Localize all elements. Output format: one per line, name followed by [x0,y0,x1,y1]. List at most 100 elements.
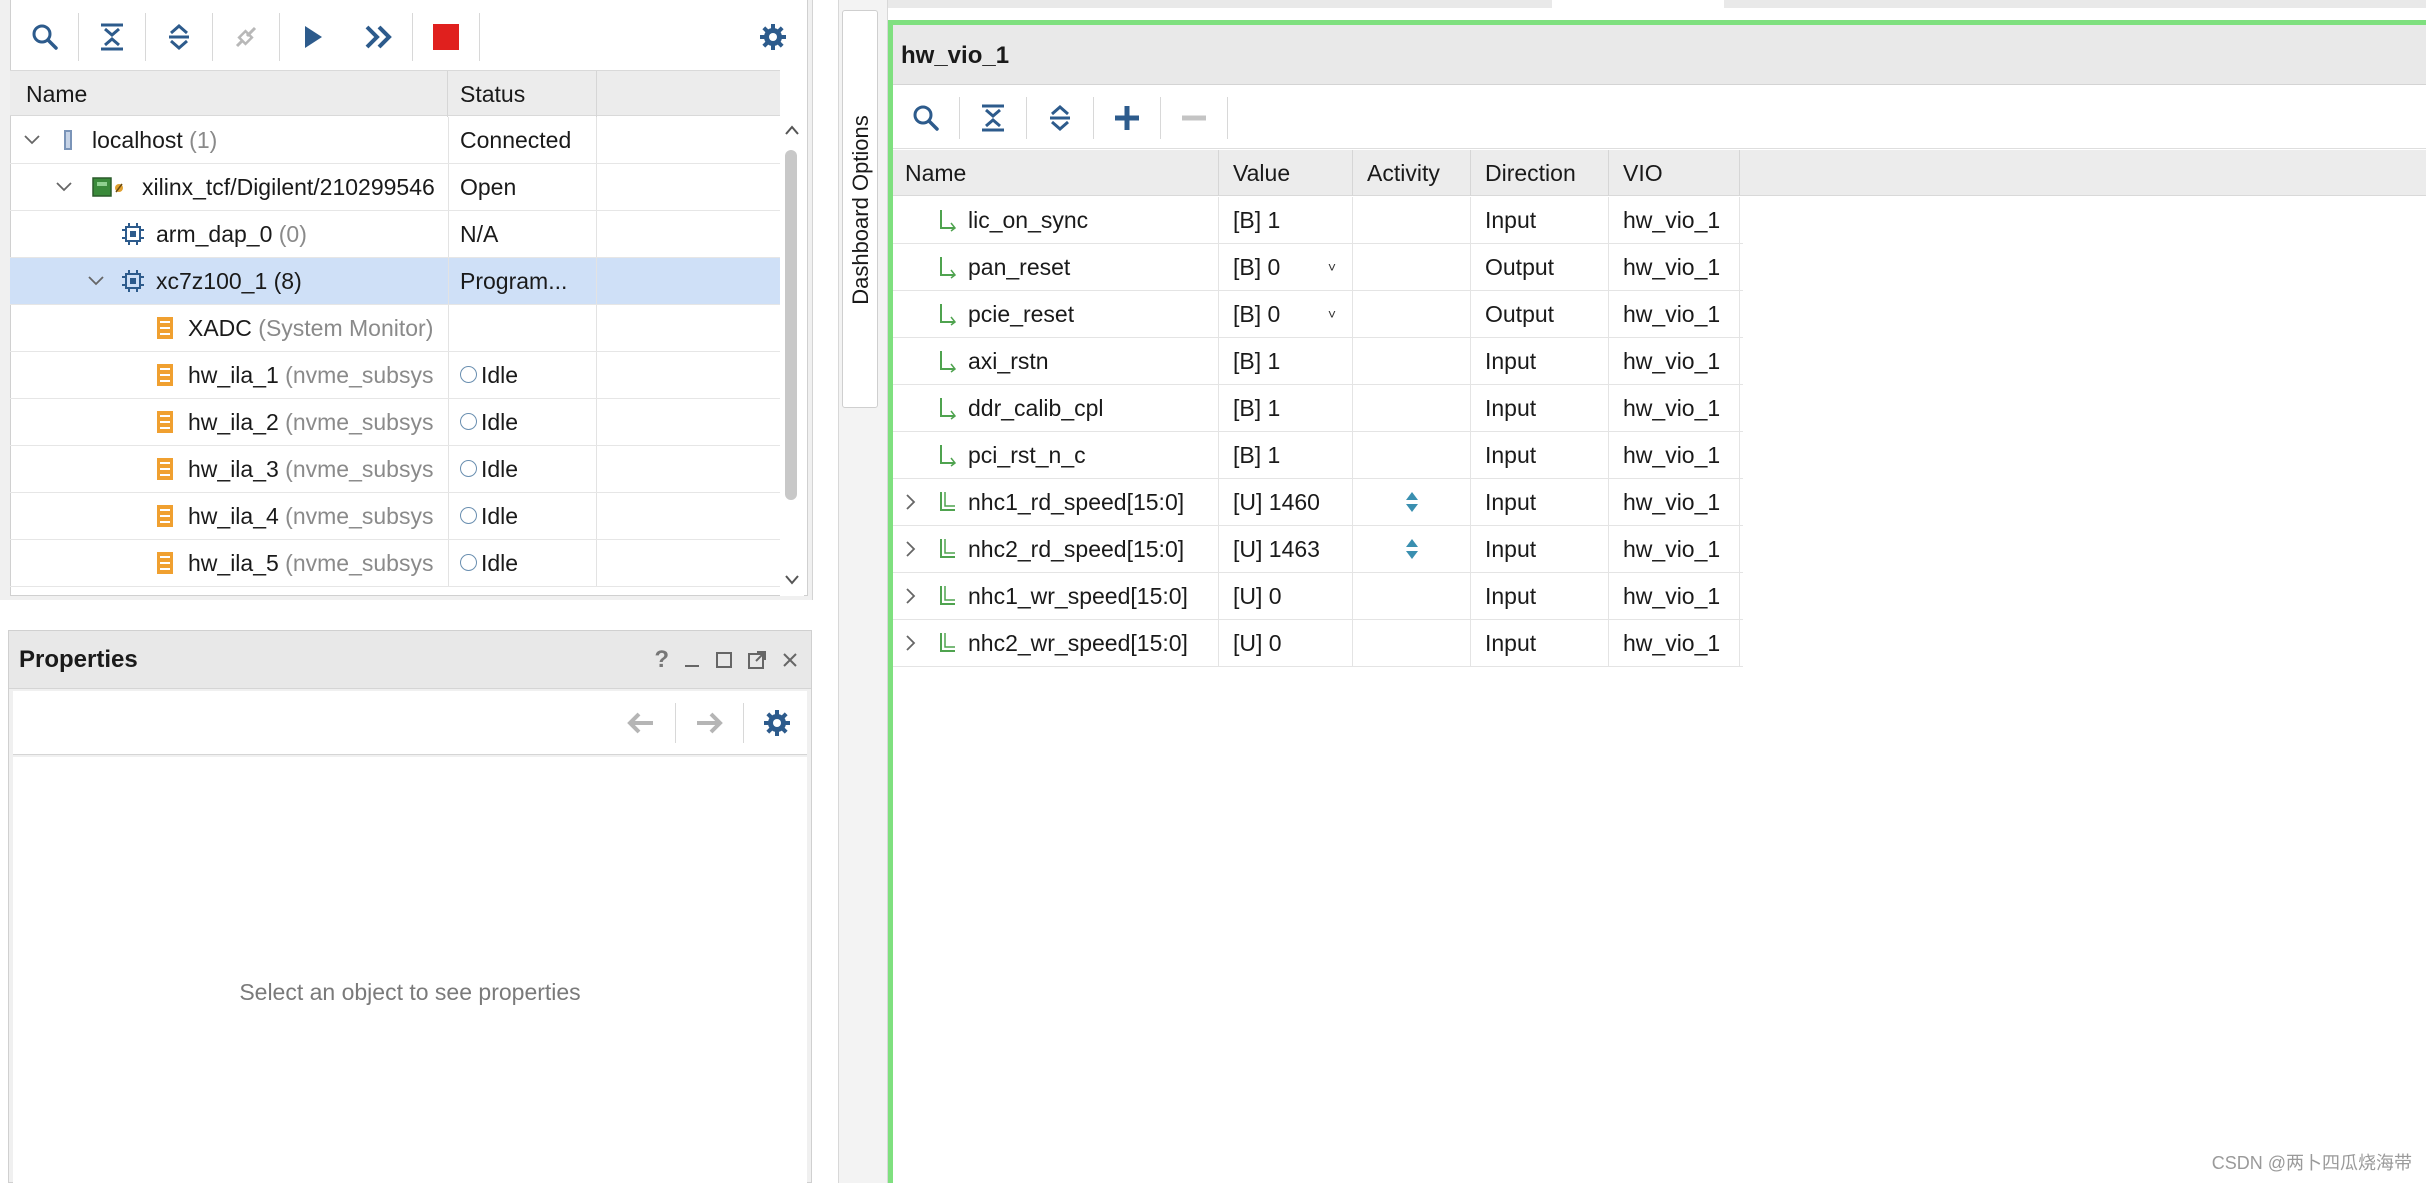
column-header-name[interactable]: Name [893,150,1219,196]
tree-row-arm-dap[interactable]: arm_dap_0 (0) N/A [10,211,780,258]
forward-arrow-icon[interactable] [695,711,723,735]
scroll-up-icon[interactable] [784,124,800,136]
dashboard-options-tab[interactable]: Dashboard Options [842,10,878,408]
probe-row-pci-rst-n-c[interactable]: pci_rst_n_c [B] 1 Input hw_vio_1 [893,432,1743,479]
probe-row-ddr-calib-cpl[interactable]: ddr_calib_cpl [B] 1 Input hw_vio_1 [893,385,1743,432]
probe-row-nhc2-rd-speed[interactable]: nhc2_rd_speed[15:0] [U] 1463 Input hw_vi… [893,526,1743,573]
column-header-value[interactable]: Value [1219,150,1353,196]
idle-status-icon [460,554,477,572]
add-probe-icon[interactable] [1094,87,1160,149]
tree-status: Open [448,164,597,210]
tree-row-xadc[interactable]: XADC (System Monitor) [10,305,780,352]
run-trigger-immediate-icon[interactable] [346,2,412,72]
stop-trigger-icon[interactable] [413,2,479,72]
probe-direction: Input [1471,432,1609,478]
tree-row-xilinx-tcf[interactable]: xilinx_tcf/Digilent/210299546 Open [10,164,780,211]
tree-status: N/A [448,211,597,257]
dropdown-arrow-icon[interactable]: ˅ [1328,244,1336,290]
debug-core-icon [154,399,176,445]
expand-all-icon[interactable] [1027,87,1093,149]
debug-core-icon [154,352,176,398]
search-icon[interactable] [12,2,78,72]
probe-name: axi_rstn [968,348,1049,374]
probe-row-pcie-reset[interactable]: pcie_reset [B] 0 ˅ Output hw_vio_1 [893,291,1743,338]
tree-row-hw-ila-5[interactable]: hw_ila_5 (nvme_subsys Idle [10,540,780,587]
probe-row-nhc1-wr-speed[interactable]: nhc1_wr_speed[15:0] [U] 0 Input hw_vio_1 [893,573,1743,620]
tree-status: Idle [481,409,519,435]
chevron-right-icon[interactable] [901,526,921,572]
back-arrow-icon[interactable] [627,711,655,735]
probe-value: [U] 1463 [1219,526,1353,572]
tree-row-hw-ila-1[interactable]: hw_ila_1 (nvme_subsys Idle [10,352,780,399]
settings-gear-icon[interactable] [763,709,791,737]
probe-row-lic-on-sync[interactable]: lic_on_sync [B] 1 Input hw_vio_1 [893,197,1743,244]
column-header-direction[interactable]: Direction [1471,150,1609,196]
remove-probe-icon[interactable] [1161,87,1227,149]
tree-description: (nvme_subsys [278,503,434,529]
tree-scrollbar[interactable] [780,118,804,596]
scrollbar-thumb[interactable] [785,150,797,500]
probe-vio: hw_vio_1 [1609,432,1740,478]
collapse-all-icon[interactable] [79,2,145,72]
settings-gear-icon[interactable] [740,2,806,72]
probe-row-nhc2-wr-speed[interactable]: nhc2_wr_speed[15:0] [U] 0 Input hw_vio_1 [893,620,1743,667]
tree-label: hw_ila_3 [188,456,279,482]
probe-row-pan-reset[interactable]: pan_reset [B] 0 ˅ Output hw_vio_1 [893,244,1743,291]
run-trigger-icon[interactable] [280,2,346,72]
column-header-activity[interactable]: Activity [1353,150,1471,196]
probe-direction: Input [1471,479,1609,525]
probe-vio: hw_vio_1 [1609,197,1740,243]
column-header-name[interactable]: Name [10,71,448,117]
idle-status-icon [460,460,477,478]
server-icon [62,117,74,163]
chevron-right-icon[interactable] [901,573,921,619]
help-icon[interactable]: ? [654,646,669,674]
column-header-vio[interactable]: VIO [1609,150,1740,196]
probe-row-axi-rstn[interactable]: axi_rstn [B] 1 Input hw_vio_1 [893,338,1743,385]
search-icon[interactable] [893,87,959,149]
collapse-all-icon[interactable] [960,87,1026,149]
float-icon[interactable] [747,650,767,670]
active-top-tab[interactable] [1552,0,1724,8]
tree-description: (System Monitor) [251,315,434,341]
properties-toolbar [13,691,807,755]
scroll-down-icon[interactable] [784,574,800,586]
tree-status: Idle [481,503,519,529]
maximize-icon[interactable] [715,651,733,669]
chevron-down-icon[interactable] [52,164,76,210]
window-controls: ? [654,631,799,689]
probe-name: nhc1_wr_speed[15:0] [968,583,1188,609]
panel-title: Properties [19,646,138,673]
tree-count: (1) [182,127,218,153]
chevron-right-icon[interactable] [901,620,921,666]
probe-row-nhc1-rd-speed[interactable]: nhc1_rd_speed[15:0] [U] 1460 Input hw_vi… [893,479,1743,526]
probe-value: [B] 1 [1219,432,1353,478]
tree-label: arm_dap_0 [156,221,273,247]
minimize-icon[interactable] [683,651,701,669]
tree-row-hw-ila-4[interactable]: hw_ila_4 (nvme_subsys Idle [10,493,780,540]
probe-activity [1353,573,1471,619]
probe-activity [1353,620,1471,666]
close-icon[interactable] [781,651,799,669]
probe-direction: Input [1471,385,1609,431]
toolbar-separator [1227,96,1228,139]
auto-connect-icon[interactable] [213,2,279,72]
chevron-down-icon[interactable] [20,117,44,163]
chevron-down-icon[interactable] [84,258,108,304]
idle-status-icon [460,413,477,431]
tree-row-hw-ila-2[interactable]: hw_ila_2 (nvme_subsys Idle [10,399,780,446]
properties-panel: Properties ? Select an object to see pro… [8,630,812,1185]
column-header-status[interactable]: Status [448,71,597,117]
debug-core-icon [154,540,176,586]
expand-all-icon[interactable] [146,2,212,72]
chevron-right-icon[interactable] [901,479,921,525]
probe-value-dropdown[interactable]: [B] 0 ˅ [1219,291,1353,337]
tree-row-localhost[interactable]: localhost (1) Connected [10,117,780,164]
probe-value-dropdown[interactable]: [B] 0 ˅ [1219,244,1353,290]
tree-row-hw-ila-3[interactable]: hw_ila_3 (nvme_subsys Idle [10,446,780,493]
tree-label: localhost [92,127,183,153]
probe-name: nhc1_rd_speed[15:0] [968,489,1185,515]
dropdown-arrow-icon[interactable]: ˅ [1328,291,1336,337]
idle-status-icon [460,507,477,525]
tree-row-xc7z100[interactable]: xc7z100_1 (8) Program... [10,258,780,305]
